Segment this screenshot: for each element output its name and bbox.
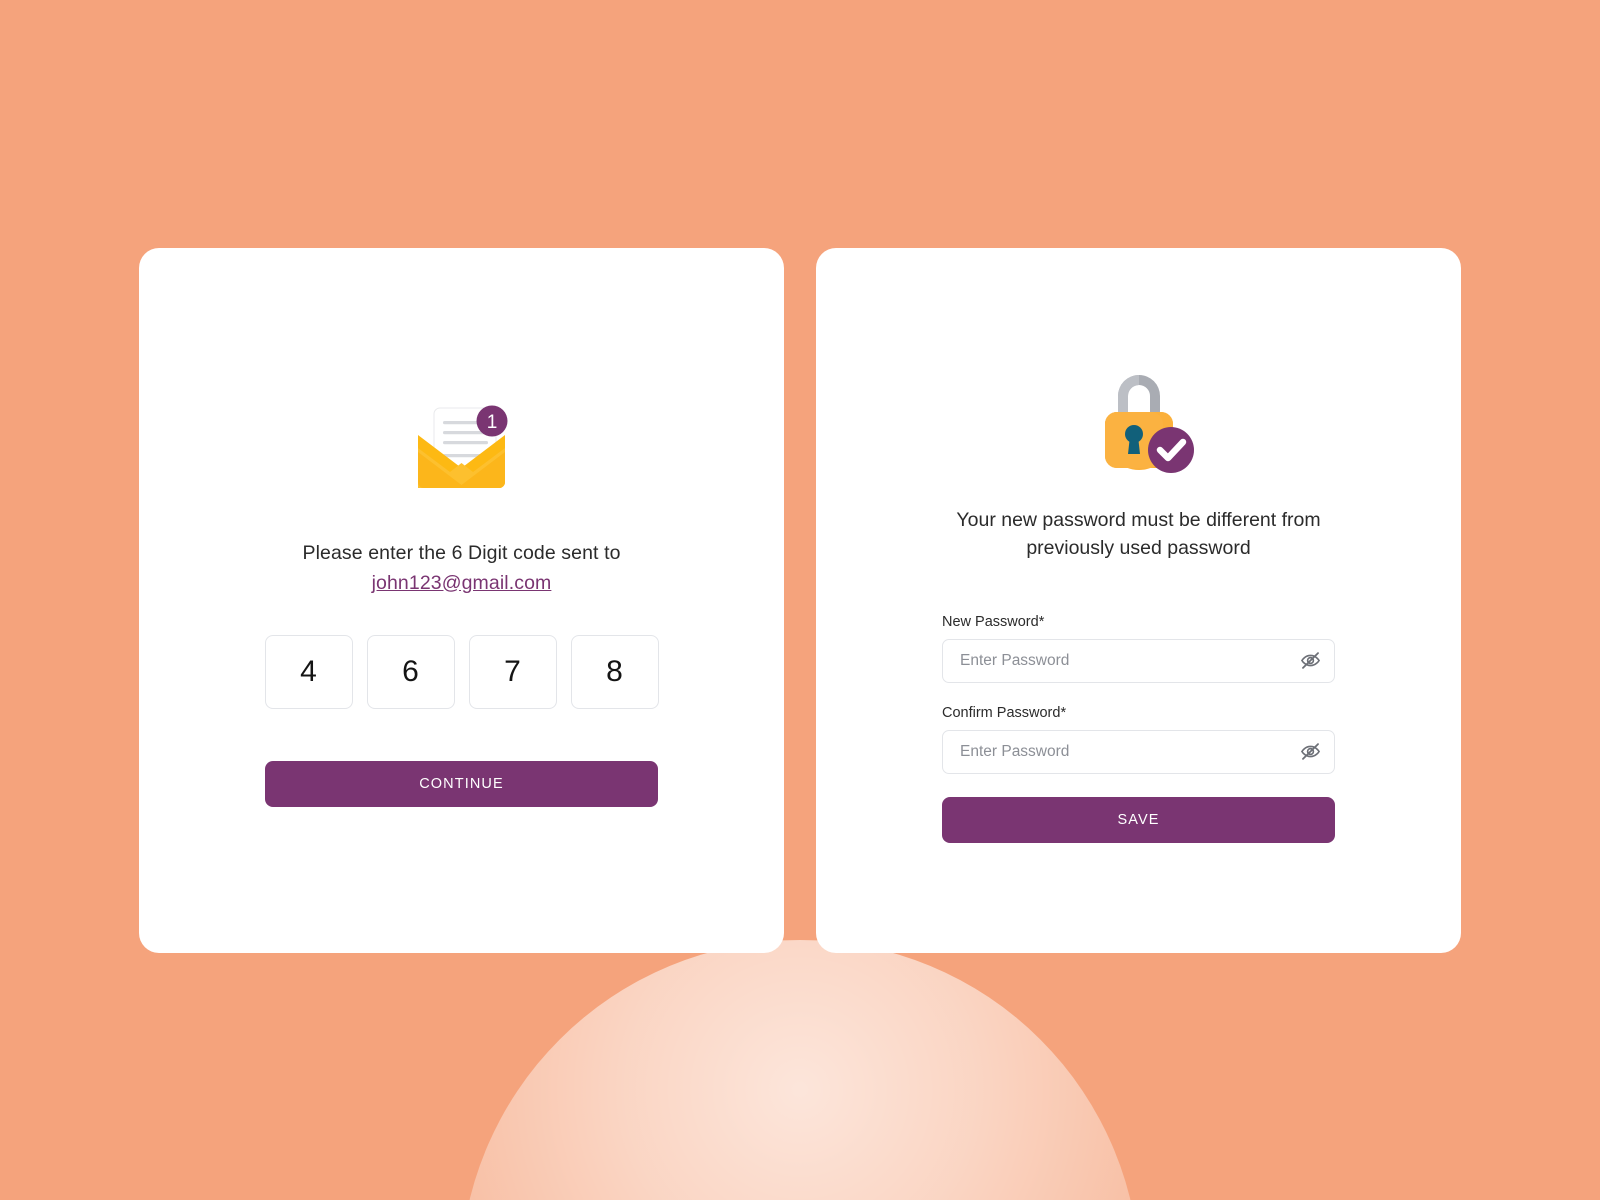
otp-email-link[interactable]: john123@gmail.com <box>302 569 620 597</box>
otp-instruction: Please enter the 6 Digit code sent to jo… <box>302 539 620 597</box>
continue-button[interactable]: CONTINUE <box>265 760 658 807</box>
save-button[interactable]: SAVE <box>942 796 1335 843</box>
eye-off-icon <box>1300 743 1320 760</box>
padlock-with-check-icon <box>1078 358 1200 476</box>
eye-off-icon <box>1300 652 1320 669</box>
new-password-visibility-toggle[interactable] <box>1297 648 1323 674</box>
otp-digit-3[interactable]: 7 <box>468 634 557 709</box>
screen-stage: 1 Please enter the 6 Digit code sent to … <box>0 0 1600 1200</box>
new-password-field-wrap <box>942 638 1335 683</box>
reset-password-form: New Password* Confirm Password* <box>942 614 1335 843</box>
otp-verification-card: 1 Please enter the 6 Digit code sent to … <box>139 247 784 953</box>
new-password-label: New Password* <box>942 613 1045 630</box>
envelope-badge-count: 1 <box>487 412 498 433</box>
otp-digit-2[interactable]: 6 <box>366 634 455 709</box>
otp-digit-group: 4 6 7 8 <box>264 634 659 709</box>
confirm-password-visibility-toggle[interactable] <box>1297 739 1323 765</box>
confirm-password-field-wrap <box>942 729 1335 774</box>
reset-password-card: Your new password must be different from… <box>816 247 1461 953</box>
otp-digit-1[interactable]: 4 <box>264 634 353 709</box>
password-requirement-note: Your new password must be different from… <box>956 508 1321 559</box>
new-password-input[interactable] <box>942 638 1335 683</box>
envelope-with-new-message-icon: 1 <box>404 388 519 503</box>
confirm-password-input[interactable] <box>942 729 1335 774</box>
otp-instruction-text: Please enter the 6 Digit code sent to <box>302 541 621 564</box>
confirm-password-label: Confirm Password* <box>942 704 1067 721</box>
otp-digit-4[interactable]: 8 <box>570 634 659 709</box>
